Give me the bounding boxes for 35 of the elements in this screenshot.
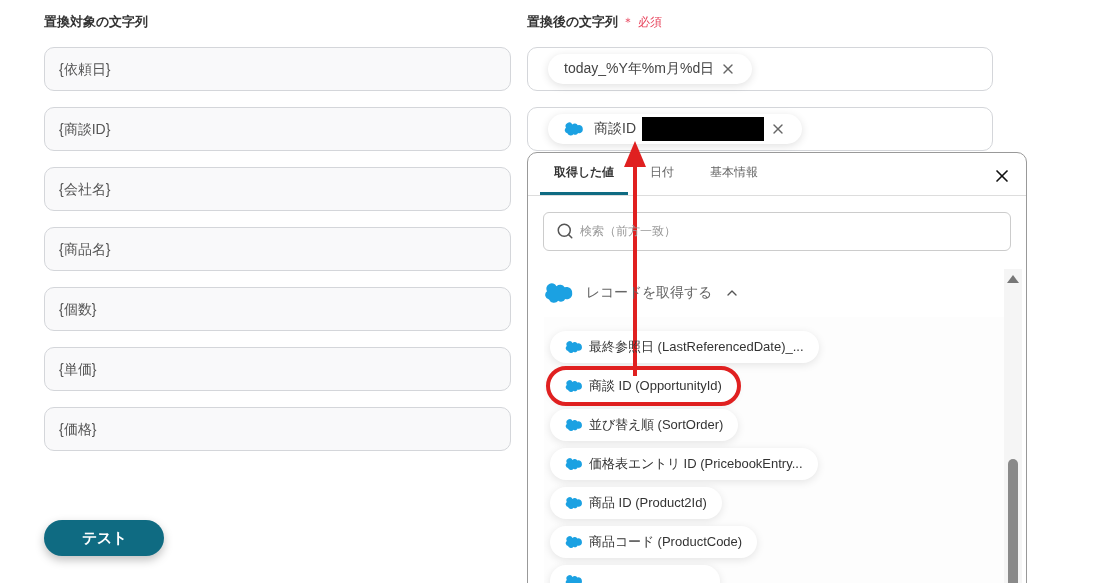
- token-field[interactable]: 商談ID: [527, 106, 993, 151]
- value-chip[interactable]: today_%Y年%m月%d日: [548, 53, 753, 84]
- cloud-icon: [565, 535, 583, 548]
- test-button[interactable]: テスト: [44, 520, 164, 556]
- tab[interactable]: 日付: [636, 151, 688, 195]
- text-field[interactable]: {依頼日}: [44, 47, 511, 91]
- value-item[interactable]: 並び替え順 (SortOrder): [550, 408, 739, 441]
- text-field[interactable]: {商談ID}: [44, 107, 511, 151]
- cloud-icon: [565, 496, 583, 509]
- value-item[interactable]: 価格表エントリ ID (PricebookEntry...: [550, 447, 818, 480]
- value-item[interactable]: 商品コード (ProductCode): [550, 525, 758, 558]
- text-field[interactable]: {個数}: [44, 287, 511, 331]
- cloud-icon: [565, 457, 583, 470]
- required-label: 必須: [638, 13, 662, 31]
- text-field[interactable]: {価格}: [44, 407, 511, 451]
- scroll-up-icon[interactable]: [1007, 274, 1019, 283]
- value-chip[interactable]: 商談ID: [548, 113, 802, 144]
- field-label: 置換後の文字列: [527, 13, 618, 31]
- cloud-icon: [565, 418, 583, 431]
- cloud-icon: [565, 574, 583, 583]
- tab[interactable]: 基本情報: [696, 151, 772, 195]
- cloud-icon: [564, 121, 584, 136]
- token-field[interactable]: today_%Y年%m月%d日: [527, 46, 993, 91]
- cloud-icon: [544, 281, 574, 304]
- field-label: 置換対象の文字列: [44, 13, 149, 31]
- value-item[interactable]: 商品 ID (Product2Id): [550, 486, 722, 519]
- required-mark: ＊: [622, 13, 634, 31]
- text-field[interactable]: {商品名}: [44, 227, 511, 271]
- search-icon: [556, 222, 574, 240]
- scrollbar-thumb[interactable]: [1008, 458, 1018, 583]
- scrollbar[interactable]: [1004, 268, 1022, 583]
- text-field[interactable]: {単価}: [44, 347, 511, 391]
- text-field[interactable]: {会社名}: [44, 167, 511, 211]
- cloud-icon: [565, 379, 583, 392]
- cloud-icon: [565, 340, 583, 353]
